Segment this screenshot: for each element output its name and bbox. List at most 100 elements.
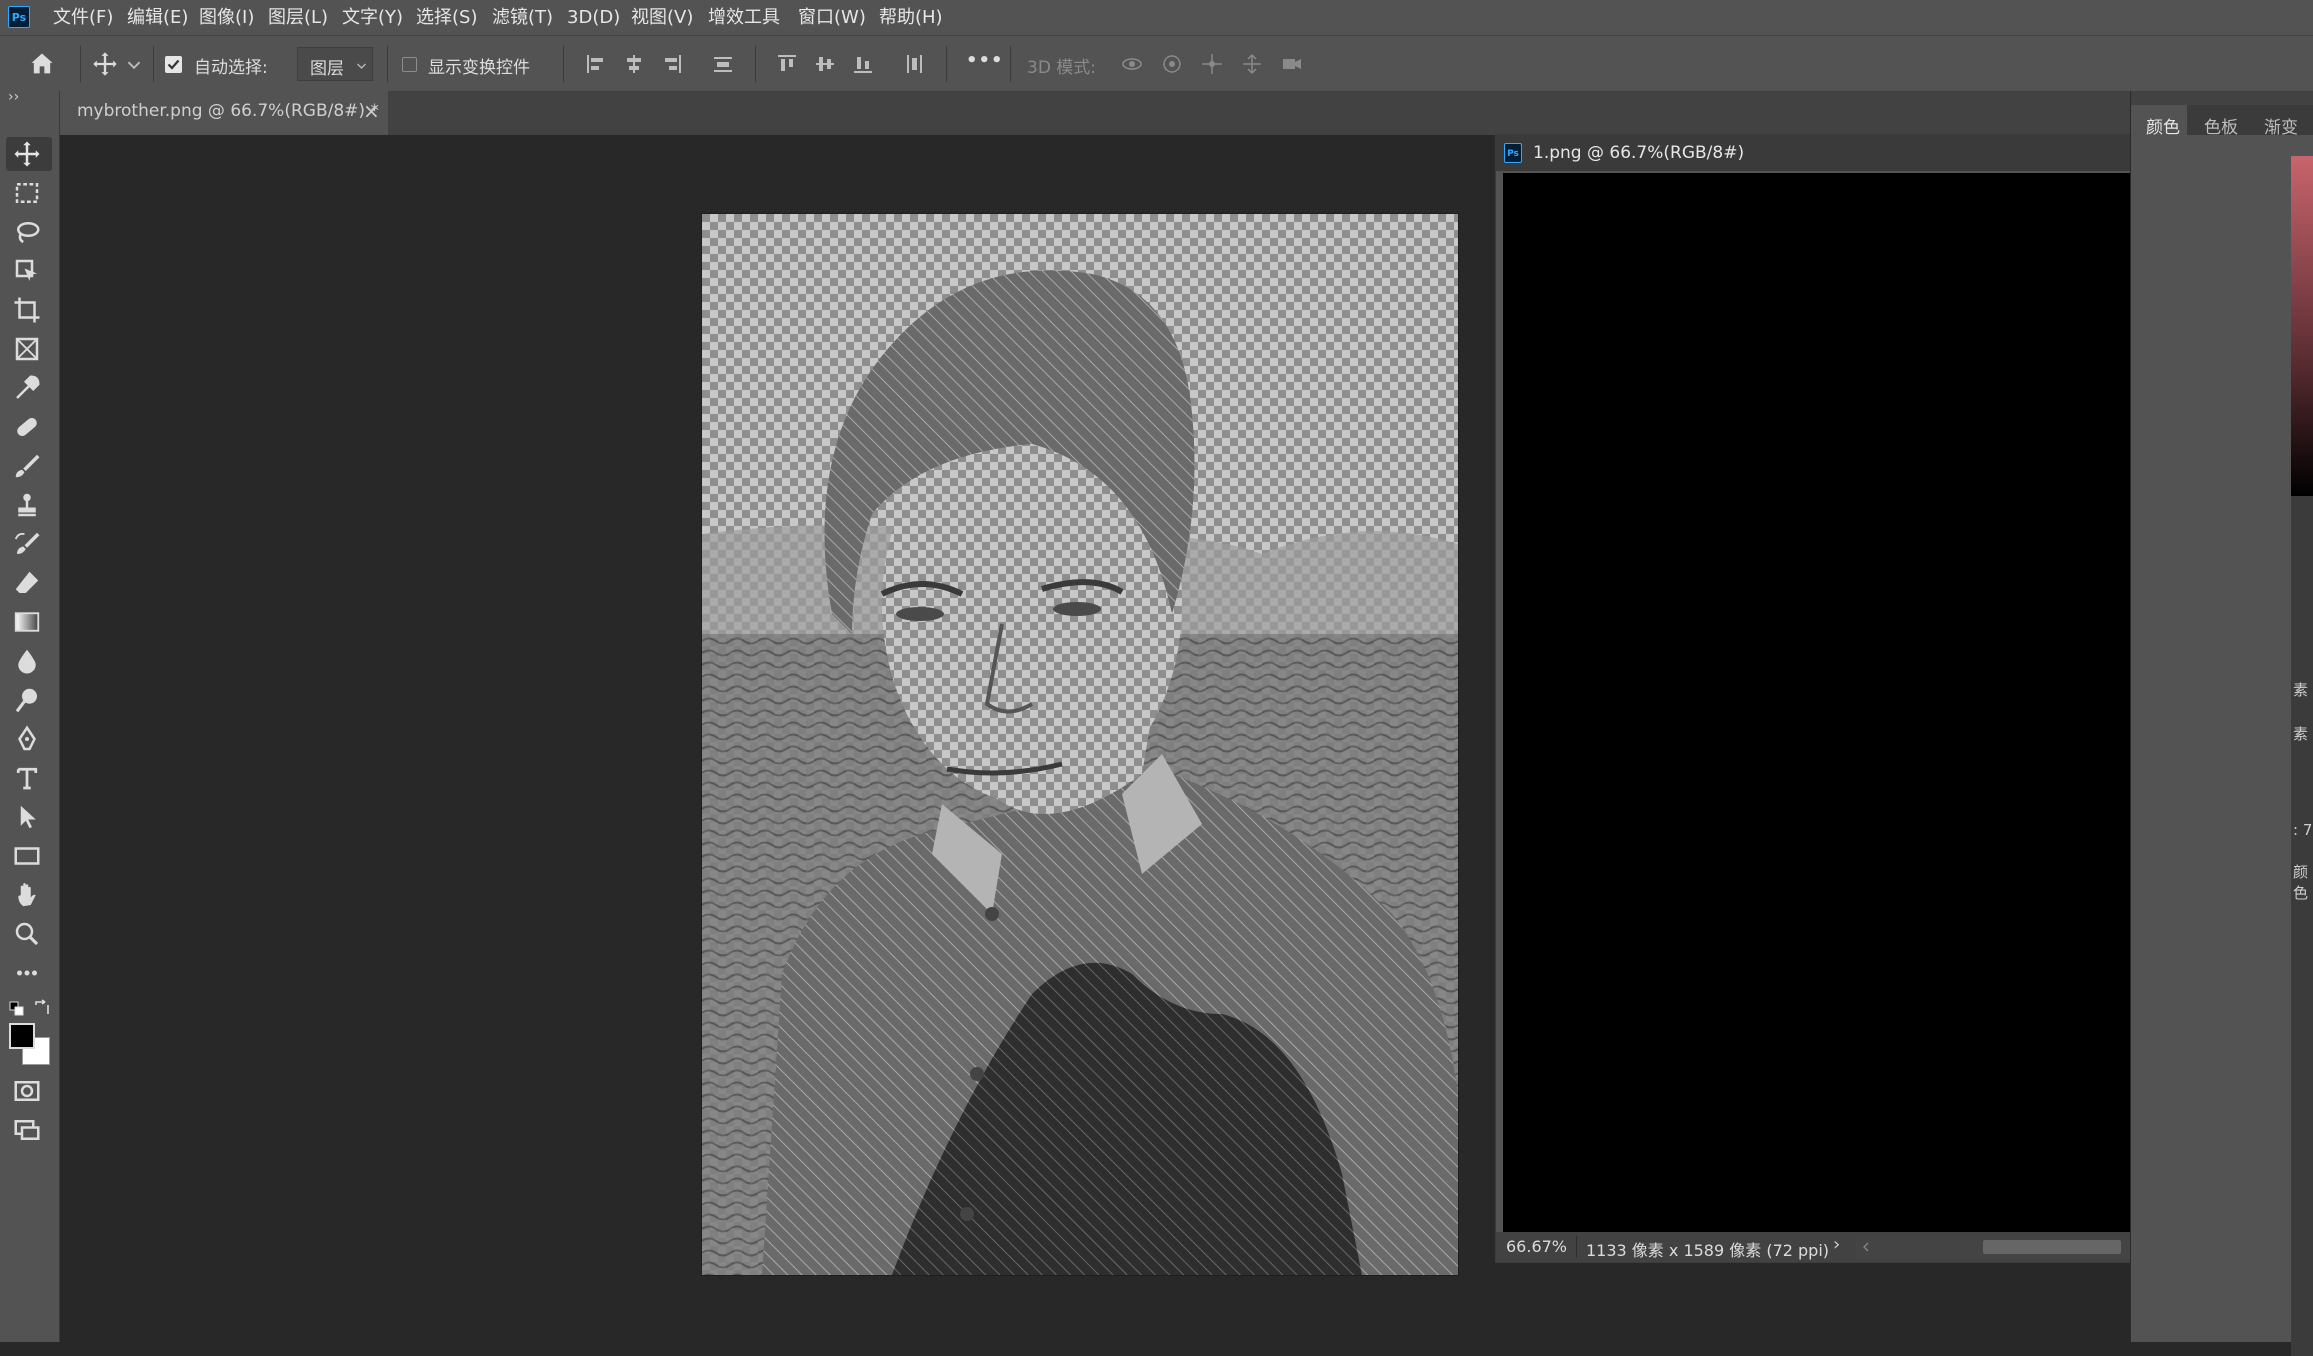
align-left-icon[interactable] — [584, 52, 608, 76]
move-icon — [14, 141, 40, 167]
brush-tool[interactable] — [12, 451, 48, 481]
gradient-icon — [14, 612, 40, 632]
menu-edit[interactable]: 编辑(E) — [127, 0, 188, 35]
swap-colors-icon[interactable] — [33, 999, 51, 1017]
lasso-tool[interactable] — [12, 217, 48, 247]
object-select-icon — [15, 259, 37, 281]
menu-view[interactable]: 视图(V) — [631, 0, 693, 35]
color-spectrum-strip[interactable] — [2291, 156, 2313, 496]
menu-image[interactable]: 图像(I) — [199, 0, 254, 35]
right-panel-dock: 颜色 色板 渐变 素 素 : 7 颜色 — [2130, 91, 2313, 1356]
align-right-icon[interactable] — [660, 52, 684, 76]
auto-select-target-dropdown[interactable]: 图层 — [297, 47, 373, 81]
default-colors-icon[interactable] — [9, 1001, 25, 1017]
stamp-icon — [18, 493, 36, 517]
document-image — [702, 214, 1458, 1275]
screen-mode-button[interactable] — [12, 1115, 48, 1145]
blur-tool[interactable] — [12, 646, 48, 676]
move-tool-preset-icon[interactable] — [91, 50, 119, 78]
eyedropper-tool[interactable] — [12, 373, 48, 403]
path-select-tool[interactable] — [12, 802, 48, 832]
3d-roll-icon[interactable] — [1160, 52, 1184, 76]
document-info-menu-arrow[interactable]: › — [1833, 1234, 1840, 1255]
scroll-left-icon[interactable] — [1862, 1242, 1870, 1252]
auto-select-checkbox[interactable] — [165, 56, 182, 73]
panel-snippet-1: 素 — [2293, 681, 2309, 699]
menu-window[interactable]: 窗口(W) — [798, 0, 866, 35]
menu-type[interactable]: 文字(Y) — [342, 0, 403, 35]
gradient-tool[interactable] — [12, 607, 48, 637]
history-brush-tool[interactable] — [12, 529, 48, 559]
document-tab-close-button[interactable]: × — [363, 99, 380, 123]
frame-icon — [15, 337, 39, 361]
hand-icon — [18, 883, 36, 907]
object-select-tool[interactable] — [12, 256, 48, 286]
more-options-button[interactable]: ••• — [966, 50, 1004, 71]
move-tool[interactable] — [12, 139, 48, 169]
panel-snippet-3: : 7 — [2293, 821, 2313, 839]
zoom-tool[interactable] — [12, 919, 48, 949]
marquee-icon — [15, 183, 39, 203]
menu-select[interactable]: 选择(S) — [416, 0, 477, 35]
align-vertical-center-icon[interactable] — [813, 52, 837, 76]
3d-pan-icon[interactable] — [1200, 52, 1224, 76]
zoom-level[interactable]: 66.67% — [1506, 1237, 1567, 1256]
panel-snippet-4: 颜色 — [2293, 863, 2309, 902]
frame-tool[interactable] — [12, 334, 48, 364]
menu-help[interactable]: 帮助(H) — [879, 0, 943, 35]
healing-brush-tool[interactable] — [12, 412, 48, 442]
rectangle-icon — [14, 847, 40, 865]
ps-document-icon: Ps — [1504, 143, 1522, 163]
distribute-icon[interactable] — [711, 52, 735, 76]
quick-mask-button[interactable] — [12, 1076, 48, 1106]
lasso-icon — [17, 222, 40, 244]
3d-orbit-icon[interactable] — [1120, 52, 1144, 76]
screen-mode-icon — [14, 1120, 40, 1140]
foreground-color-swatch[interactable] — [9, 1023, 35, 1049]
menu-file[interactable]: 文件(F) — [53, 0, 113, 35]
menu-filter[interactable]: 滤镜(T) — [492, 0, 553, 35]
toolbar-collapse-button[interactable]: ›› — [8, 89, 19, 105]
rectangle-tool[interactable] — [12, 841, 48, 871]
show-transform-checkbox[interactable] — [402, 57, 417, 72]
hand-tool[interactable] — [12, 880, 48, 910]
crop-icon — [14, 297, 40, 323]
type-tool[interactable] — [12, 763, 48, 793]
align-bottom-icon[interactable] — [851, 52, 875, 76]
more-icon — [17, 970, 37, 976]
tools-panel: ›› — [0, 89, 60, 1342]
eraser-tool[interactable] — [12, 568, 48, 598]
home-icon[interactable] — [28, 50, 56, 78]
document-tab[interactable]: mybrother.png @ 66.7%(RGB/8#) * × — [60, 91, 388, 135]
check-icon — [167, 59, 180, 70]
crop-tool[interactable] — [12, 295, 48, 325]
3d-slide-icon[interactable] — [1240, 52, 1264, 76]
magnifier-icon — [15, 922, 39, 946]
align-horizontal-center-icon[interactable] — [622, 52, 646, 76]
menu-layer[interactable]: 图层(L) — [268, 0, 328, 35]
auto-select-target-value: 图层 — [310, 59, 344, 79]
horizontal-scrollbar-thumb[interactable] — [1983, 1240, 2121, 1254]
photo-image — [702, 214, 1458, 1275]
menu-3d[interactable]: 3D(D) — [567, 0, 620, 35]
pen-tool[interactable] — [12, 724, 48, 754]
drop-icon — [18, 649, 36, 674]
eraser-icon — [15, 571, 39, 593]
edit-toolbar[interactable] — [12, 958, 48, 988]
color-panel-body — [2131, 135, 2313, 1342]
menu-bar: Ps 文件(F) 编辑(E) 图像(I) 图层(L) 文字(Y) 选择(S) 滤… — [0, 0, 2313, 35]
chevron-down-icon[interactable] — [127, 58, 141, 72]
photoshop-logo: Ps — [8, 6, 30, 28]
clone-stamp-tool[interactable] — [12, 490, 48, 520]
3d-camera-icon[interactable] — [1280, 52, 1304, 76]
dodge-tool[interactable] — [12, 685, 48, 715]
marquee-tool[interactable] — [12, 178, 48, 208]
chevron-down-icon — [357, 63, 366, 69]
distribute-vertical-icon[interactable] — [902, 52, 926, 76]
panel-snippet-2: 素 — [2293, 725, 2309, 743]
menu-plugins[interactable]: 增效工具 — [708, 0, 780, 35]
bandage-icon — [17, 417, 37, 437]
auto-select-label: 自动选择: — [194, 58, 268, 78]
brush-icon — [15, 454, 40, 478]
align-top-icon[interactable] — [775, 52, 799, 76]
